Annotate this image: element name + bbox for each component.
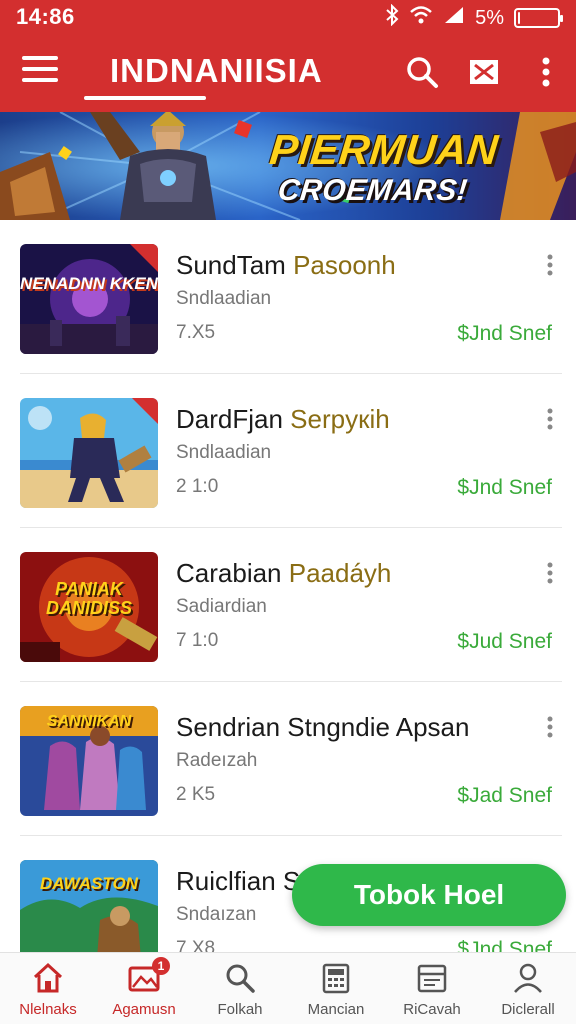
- status-icons: 5%: [385, 3, 563, 32]
- nav-item-home[interactable]: Nlelnaks: [0, 953, 96, 1024]
- banner-title-line2: CROEMARS!: [276, 174, 470, 207]
- nav-label: Mancian: [307, 1001, 365, 1018]
- hamburger-icon-line: [22, 56, 58, 60]
- game-meta: 7 1:0: [176, 630, 219, 651]
- list-item[interactable]: SANNIKAN Sendrian Stngndie Apsan Radeıza…: [0, 686, 576, 836]
- primary-action-button[interactable]: Tobok Hoel: [292, 864, 566, 926]
- divider: [20, 373, 562, 374]
- search-icon: [223, 961, 257, 995]
- thumbnail-title: NENADNN KKEN: [20, 274, 158, 293]
- game-price[interactable]: $Jad Snef: [457, 784, 552, 808]
- close-box-icon[interactable]: [466, 54, 502, 90]
- game-title-accent: Serpyкih: [290, 404, 390, 434]
- item-more-icon[interactable]: [542, 716, 558, 738]
- nav-item-search[interactable]: Folkah: [192, 953, 288, 1024]
- banner-title-line1: PIERMUAN: [267, 126, 501, 173]
- nav-item-profile[interactable]: Diclerall: [480, 953, 576, 1024]
- game-meta: 2 1:0: [176, 476, 219, 497]
- bluetooth-icon: [385, 3, 399, 32]
- nav-label: Diclerall: [501, 1001, 555, 1018]
- game-price[interactable]: $Jnd Snef: [457, 322, 552, 346]
- game-thumbnail[interactable]: SANNIKAN: [20, 706, 158, 816]
- game-title: DardFjan Serpyкih: [176, 404, 390, 435]
- game-subtitle: Sndlaadian: [176, 442, 272, 463]
- game-thumbnail[interactable]: PANIAK DANIDISS: [20, 552, 158, 662]
- game-title-main: Ruiclfian S: [176, 866, 301, 896]
- game-title: Carabian Paadáyh: [176, 558, 391, 589]
- game-title-main: DardFjan: [176, 404, 283, 434]
- title-underline: [84, 96, 206, 100]
- game-thumbnail[interactable]: [20, 398, 158, 508]
- app-bar: INDNANIISIA: [0, 34, 576, 112]
- game-price[interactable]: $Jud Snef: [457, 630, 552, 654]
- nav-item-calculator[interactable]: Mancian: [288, 953, 384, 1024]
- game-subtitle: Sndlaadian: [176, 288, 272, 309]
- divider: [20, 527, 562, 528]
- game-title-main: SundTam: [176, 250, 286, 280]
- status-time: 14:86: [16, 4, 75, 29]
- home-icon: [31, 961, 65, 995]
- battery-percent: 5%: [475, 6, 504, 29]
- item-more-icon[interactable]: [542, 254, 558, 276]
- nav-label: Nlelnaks: [19, 1001, 77, 1018]
- nav-label: Folkah: [217, 1001, 263, 1018]
- profile-icon: [511, 961, 545, 995]
- thumbnail-art: [20, 244, 158, 354]
- item-more-icon[interactable]: [542, 562, 558, 584]
- game-title: Sendrian Stngndie Apsan: [176, 712, 469, 743]
- battery-level: [518, 12, 520, 24]
- game-meta: 2 K5: [176, 784, 216, 805]
- game-title-accent: Paadáyh: [288, 558, 392, 588]
- calculator-icon: [319, 961, 353, 995]
- divider: [20, 681, 562, 682]
- nav-item-list[interactable]: RiCavah: [384, 953, 480, 1024]
- nav-label: Agamusn: [112, 1001, 176, 1018]
- status-bar: 14:86 5%: [0, 0, 576, 34]
- bottom-navigation: Nlelnaks 1 Agamusn Folkah Mancian RiCava…: [0, 952, 576, 1024]
- game-thumbnail[interactable]: NENADNN KKEN: [20, 244, 158, 354]
- more-vert-icon[interactable]: [528, 54, 564, 90]
- nav-label: RiCavah: [403, 1001, 461, 1018]
- divider: [20, 835, 562, 836]
- battery-icon: [514, 8, 563, 28]
- game-subtitle: Sadiardian: [176, 596, 267, 617]
- promo-banner[interactable]: PIERMUAN CROEMARS!: [0, 112, 576, 220]
- game-meta: 7.X5: [176, 322, 216, 343]
- notification-badge: 1: [152, 957, 170, 975]
- game-subtitle: Sndaızan: [176, 904, 257, 925]
- thumbnail-title: DAWASTON: [40, 874, 138, 893]
- thumbnail-art: [20, 398, 158, 508]
- game-title: SundTam Pasoonh: [176, 250, 396, 281]
- thumbnail-title: SANNIKAN: [46, 713, 132, 730]
- game-title-main: Carabian: [176, 558, 282, 588]
- game-subtitle: Radeızah: [176, 750, 258, 771]
- nav-item-gallery[interactable]: 1 Agamusn: [96, 953, 192, 1024]
- signal-icon: [443, 5, 465, 31]
- game-title-accent: Pasoonh: [293, 250, 396, 280]
- app-title: INDNANIISIA: [110, 52, 323, 89]
- wifi-icon: [409, 5, 433, 31]
- list-item[interactable]: DardFjan Serpyкih Sndlaadian 2 1:0 $Jnd …: [0, 378, 576, 528]
- list-item[interactable]: NENADNN KKEN SundTam Pasoonh Sndlaadian …: [0, 224, 576, 374]
- game-title-main: Sendrian Stngndie Apsan: [176, 712, 470, 742]
- hamburger-icon-line: [22, 78, 58, 82]
- list-item[interactable]: PANIAK DANIDISS Carabian Paadáyh Sadiard…: [0, 532, 576, 682]
- menu-button[interactable]: [22, 56, 58, 88]
- thumbnail-title: PANIAK DANIDISS: [45, 579, 132, 618]
- game-price[interactable]: $Jnd Snef: [457, 476, 552, 500]
- game-title: Ruiclfian S: [176, 866, 300, 897]
- search-icon[interactable]: [404, 54, 440, 90]
- item-more-icon[interactable]: [542, 408, 558, 430]
- list-card-icon: [415, 961, 449, 995]
- hamburger-icon-line: [22, 67, 58, 71]
